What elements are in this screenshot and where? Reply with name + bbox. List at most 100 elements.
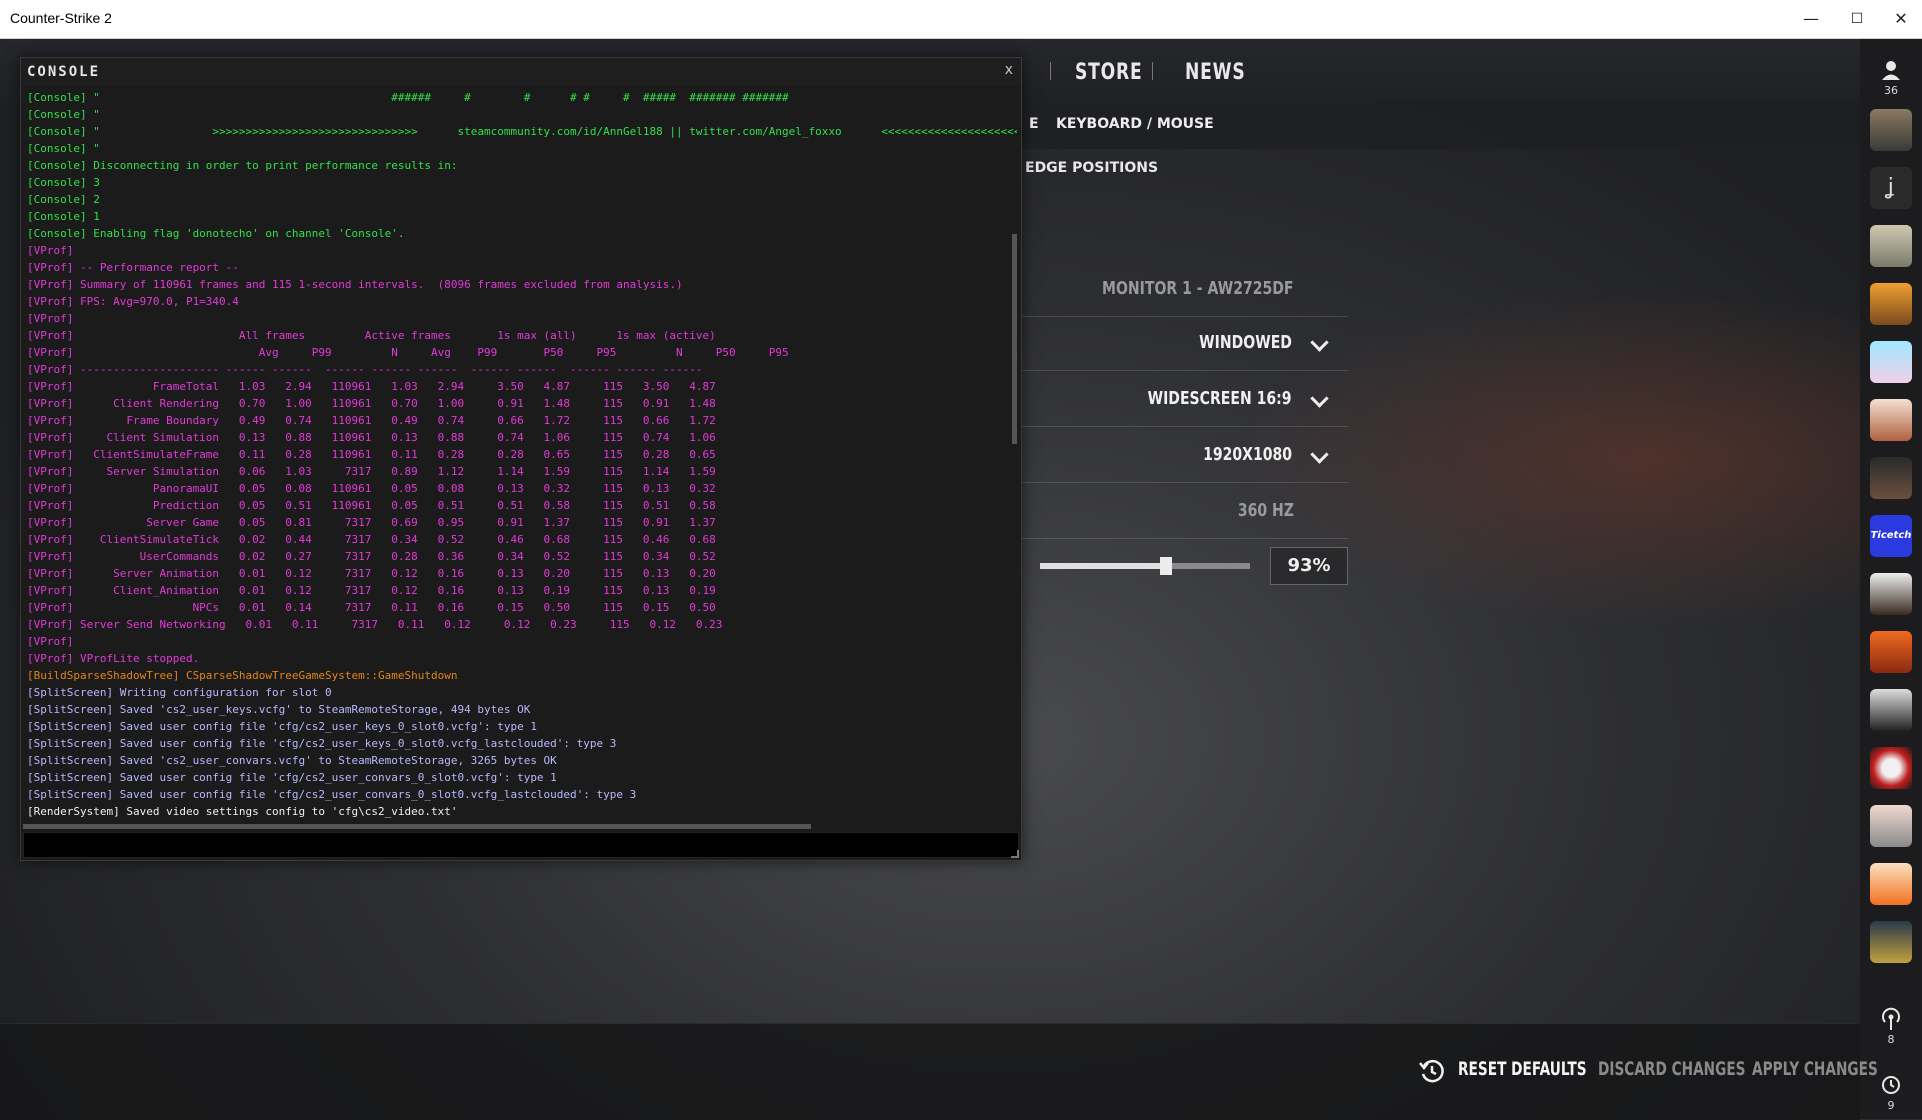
console-line: [VProf] FrameTotal 1.03 2.94 110961 1.03… bbox=[27, 380, 716, 393]
console-line: [VProf] FPS: Avg=970.0, P1=340.4 bbox=[27, 295, 239, 308]
avatar[interactable] bbox=[1870, 573, 1912, 615]
setting-aspect-ratio[interactable]: WIDESCREEN 16:9 bbox=[1022, 374, 1348, 427]
console-line: [Console] 3 bbox=[27, 176, 100, 189]
avatar[interactable] bbox=[1870, 863, 1912, 905]
chevron-down-icon bbox=[1310, 389, 1329, 408]
console-line: [VProf] -- Performance report -- bbox=[27, 261, 239, 274]
setting-monitor[interactable]: MONITOR 1 - AW2725DF bbox=[1022, 264, 1348, 317]
window-title: Counter-Strike 2 bbox=[10, 10, 112, 26]
brightness-value-box[interactable]: 93% bbox=[1270, 547, 1348, 585]
console-line: [VProf] Client Rendering 0.70 1.00 11096… bbox=[27, 397, 716, 410]
console-close-button[interactable]: x bbox=[1005, 62, 1013, 78]
setting-display-mode[interactable]: WINDOWED bbox=[1022, 318, 1348, 371]
console-line: [VProf] Prediction 0.05 0.51 110961 0.05… bbox=[27, 499, 716, 512]
resize-grip-icon[interactable] bbox=[1011, 850, 1019, 858]
broadcast-icon[interactable] bbox=[1880, 1007, 1902, 1031]
avatar[interactable]: Ticetch bbox=[1870, 515, 1912, 557]
console-line: [SplitScreen] Saved user config file 'cf… bbox=[27, 720, 537, 733]
avatar[interactable] bbox=[1870, 457, 1912, 499]
console-line: [Console] " >>>>>>>>>>>>>>>>>>>>>>>>>>>>… bbox=[27, 125, 1017, 138]
console-line: [VProf] --------------------- ------ ---… bbox=[27, 363, 703, 376]
console-line: [Console] Enabling flag 'donotecho' on c… bbox=[27, 227, 405, 240]
avatar[interactable] bbox=[1870, 805, 1912, 847]
avatar[interactable]: ʝ bbox=[1870, 167, 1912, 209]
reset-history-icon[interactable] bbox=[1418, 1057, 1446, 1085]
console-line: [VProf] Server Game 0.05 0.81 7317 0.69 … bbox=[27, 516, 716, 529]
nav-news[interactable]: NEWS bbox=[1185, 60, 1245, 85]
history-icon[interactable] bbox=[1880, 1074, 1902, 1096]
console-line: [VProf] Server Simulation 0.06 1.03 7317… bbox=[27, 465, 716, 478]
avatar[interactable] bbox=[1870, 747, 1912, 789]
console-line: [VProf] Avg P99 N Avg P99 P50 P95 N P50 … bbox=[27, 346, 789, 359]
friends-sidebar: 36 ʝ Ticetch 8 9 bbox=[1860, 39, 1922, 1119]
chevron-down-icon bbox=[1310, 333, 1329, 352]
nav-separator bbox=[1050, 62, 1051, 80]
avatar[interactable] bbox=[1870, 689, 1912, 731]
reset-defaults-button[interactable]: RESET DEFAULTS bbox=[1458, 1058, 1587, 1080]
avatar[interactable] bbox=[1870, 109, 1912, 151]
avatar[interactable] bbox=[1870, 283, 1912, 325]
console-line: [BuildSparseShadowTree] CSparseShadowTre… bbox=[27, 669, 458, 682]
slider-thumb[interactable] bbox=[1160, 557, 1172, 575]
console-header[interactable]: CONSOLE x bbox=[21, 58, 1021, 86]
aspect-ratio-value: WIDESCREEN 16:9 bbox=[1148, 388, 1292, 409]
console-line: [Console] " ###### # # # # # ##### #####… bbox=[27, 91, 789, 104]
console-line: [VProf] PanoramaUI 0.05 0.08 110961 0.05… bbox=[27, 482, 716, 495]
friends-count: 36 bbox=[1884, 84, 1898, 97]
console-line: [VProf] NPCs 0.01 0.14 7317 0.11 0.16 0.… bbox=[27, 601, 716, 614]
window-titlebar: Counter-Strike 2 — ☐ ✕ bbox=[0, 0, 1922, 39]
console-vertical-scrollbar[interactable] bbox=[1012, 234, 1017, 444]
maximize-button[interactable]: ☐ bbox=[1834, 0, 1880, 38]
console-line: [SplitScreen] Saved user config file 'cf… bbox=[27, 771, 557, 784]
avatar[interactable] bbox=[1870, 225, 1912, 267]
console-line: [Console] 2 bbox=[27, 193, 100, 206]
monitor-value: MONITOR 1 - AW2725DF bbox=[1102, 278, 1294, 299]
avatar[interactable] bbox=[1870, 631, 1912, 673]
console-line: [VProf] Client Simulation 0.13 0.88 1109… bbox=[27, 431, 716, 444]
console-input[interactable] bbox=[23, 832, 1019, 858]
brightness-slider[interactable] bbox=[1040, 557, 1250, 575]
apply-changes-button[interactable]: APPLY CHANGES bbox=[1752, 1058, 1878, 1080]
console-window[interactable]: CONSOLE x [Console] " ###### # # # # # #… bbox=[20, 57, 1022, 861]
console-line: [SplitScreen] Saved 'cs2_user_keys.vcfg'… bbox=[27, 703, 531, 716]
avatar[interactable] bbox=[1870, 341, 1912, 383]
console-horizontal-scrollbar[interactable] bbox=[23, 824, 811, 829]
setting-resolution[interactable]: 1920X1080 bbox=[1022, 430, 1348, 483]
console-line: [VProf] Server Send Networking 0.01 0.11… bbox=[27, 618, 723, 631]
broadcast-count: 8 bbox=[1887, 1033, 1895, 1046]
console-line: [VProf] Frame Boundary 0.49 0.74 110961 … bbox=[27, 414, 716, 427]
console-line: [VProf] UserCommands 0.02 0.27 7317 0.28… bbox=[27, 550, 716, 563]
discard-changes-button[interactable]: DISCARD CHANGES bbox=[1598, 1058, 1746, 1080]
console-line: [VProf] Summary of 110961 frames and 115… bbox=[27, 278, 683, 291]
resolution-value: 1920X1080 bbox=[1203, 444, 1292, 465]
tab-keyboard-mouse[interactable]: KEYBOARD / MOUSE bbox=[1056, 116, 1214, 132]
console-log: [Console] " ###### # # # # # ##### #####… bbox=[27, 89, 1017, 821]
display-mode-value: WINDOWED bbox=[1199, 332, 1292, 353]
console-line: [SplitScreen] Saved 'cs2_user_convars.vc… bbox=[27, 754, 557, 767]
console-line: [Console] Disconnecting in order to prin… bbox=[27, 159, 458, 172]
avatar[interactable] bbox=[1870, 399, 1912, 441]
console-title: CONSOLE bbox=[27, 64, 101, 80]
console-line: [VProf] bbox=[27, 635, 74, 648]
slider-fill bbox=[1040, 563, 1166, 569]
console-line: [Console] " bbox=[27, 108, 100, 121]
minimize-button[interactable]: — bbox=[1788, 0, 1834, 38]
console-line: [VProf] ClientSimulateFrame 0.11 0.28 11… bbox=[27, 448, 716, 461]
console-line: [Console] 1 bbox=[27, 210, 100, 223]
avatar[interactable] bbox=[1870, 921, 1912, 963]
friends-icon[interactable] bbox=[1880, 59, 1902, 81]
console-line: [Console] " bbox=[27, 142, 100, 155]
console-line: [VProf] bbox=[27, 244, 74, 257]
close-window-button[interactable]: ✕ bbox=[1878, 0, 1922, 38]
nav-separator bbox=[1152, 62, 1153, 80]
setting-refresh-rate[interactable]: 360 HZ bbox=[1022, 486, 1348, 539]
nav-store[interactable]: STORE bbox=[1075, 60, 1142, 85]
history-count: 9 bbox=[1887, 1099, 1895, 1112]
console-line: [VProf] Server Animation 0.01 0.12 7317 … bbox=[27, 567, 716, 580]
console-line: [VProf] All frames Active frames 1s max … bbox=[27, 329, 716, 342]
section-heading: EDGE POSITIONS bbox=[1025, 160, 1159, 176]
subnav-partial-tab[interactable]: E bbox=[1029, 116, 1039, 132]
refresh-rate-value: 360 HZ bbox=[1237, 500, 1294, 521]
console-line: [VProf] Client_Animation 0.01 0.12 7317 … bbox=[27, 584, 716, 597]
settings-subnav: E KEYBOARD / MOUSE bbox=[1010, 101, 1860, 149]
